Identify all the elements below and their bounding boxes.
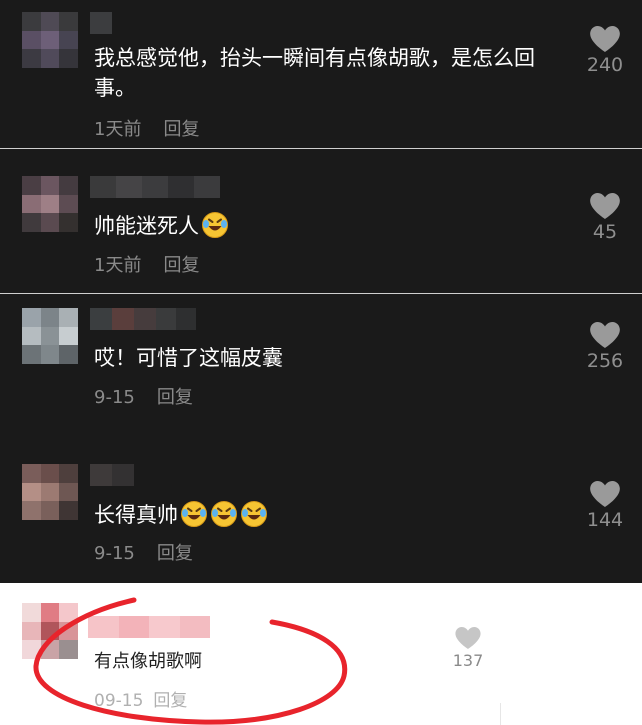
comment-item: 有点像胡歌啊 09-15 回复 137 — [0, 583, 642, 725]
like-count: 144 — [586, 509, 624, 531]
avatar[interactable] — [22, 176, 79, 233]
comment-text-content: 长得真帅 — [94, 503, 178, 527]
like-count: 240 — [586, 54, 624, 76]
username[interactable] — [90, 12, 112, 34]
comment-time: 9-15 — [94, 543, 135, 564]
comment-time: 1天前 — [94, 119, 142, 140]
comment-text: 我总感觉他，抬头一瞬间有点像胡歌，是怎么回事。 — [94, 46, 535, 100]
username[interactable] — [90, 176, 220, 198]
heart-icon — [590, 322, 620, 348]
reply-button[interactable]: 回复 — [163, 251, 199, 277]
like-button[interactable]: 137 — [438, 627, 498, 670]
like-count: 45 — [592, 221, 618, 243]
comment-time: 1天前 — [94, 255, 142, 276]
like-button[interactable]: 240 — [575, 26, 635, 76]
comment-item: 我总感觉他，抬头一瞬间有点像胡歌，是怎么回事。 1天前 回复 240 — [0, 0, 642, 148]
comment-text: 长得真帅 — [94, 500, 268, 530]
comment-item: 帅能迷死人 1天前 回复 45 — [0, 149, 642, 293]
avatar[interactable] — [22, 603, 79, 660]
comment-meta: 9-15 回复 — [94, 539, 193, 565]
username[interactable] — [90, 308, 196, 330]
reply-button[interactable]: 回复 — [157, 539, 193, 565]
comment-text: 有点像胡歌啊 — [94, 651, 202, 672]
reply-button[interactable]: 回复 — [153, 686, 187, 711]
comment-meta: 9-15 回复 — [94, 383, 193, 409]
avatar[interactable] — [22, 464, 79, 521]
heart-icon — [590, 26, 620, 52]
comment-meta: 09-15 回复 — [94, 686, 187, 711]
comment-text: 帅能迷死人 — [94, 211, 229, 241]
comment-time: 09-15 — [94, 691, 144, 711]
reply-button[interactable]: 回复 — [157, 383, 193, 409]
heart-icon — [590, 193, 620, 219]
like-count: 137 — [452, 651, 484, 670]
laughing-emoji-icon — [202, 212, 228, 238]
comment-text-content: 帅能迷死人 — [94, 214, 199, 238]
username[interactable] — [88, 616, 210, 638]
comment-list-section: 哎！可惜了这幅皮囊 9-15 回复 256 长得真帅 9-15 回复 144 — [0, 294, 642, 583]
divider — [500, 703, 501, 725]
laughing-emoji-icon — [241, 501, 267, 527]
comment-time: 9-15 — [94, 387, 135, 408]
like-button[interactable]: 144 — [575, 481, 635, 531]
avatar[interactable] — [22, 308, 79, 365]
like-button[interactable]: 45 — [575, 193, 635, 243]
laughing-emoji-icon — [211, 501, 237, 527]
comment-meta: 1天前 回复 — [94, 251, 199, 277]
avatar[interactable] — [22, 12, 79, 69]
reply-button[interactable]: 回复 — [163, 115, 199, 141]
heart-icon — [455, 627, 481, 649]
like-button[interactable]: 256 — [575, 322, 635, 372]
comment-text: 哎！可惜了这幅皮囊 — [94, 346, 283, 370]
username[interactable] — [90, 464, 134, 486]
laughing-emoji-icon — [181, 501, 207, 527]
like-count: 256 — [586, 350, 624, 372]
comment-meta: 1天前 回复 — [94, 115, 199, 141]
heart-icon — [590, 481, 620, 507]
